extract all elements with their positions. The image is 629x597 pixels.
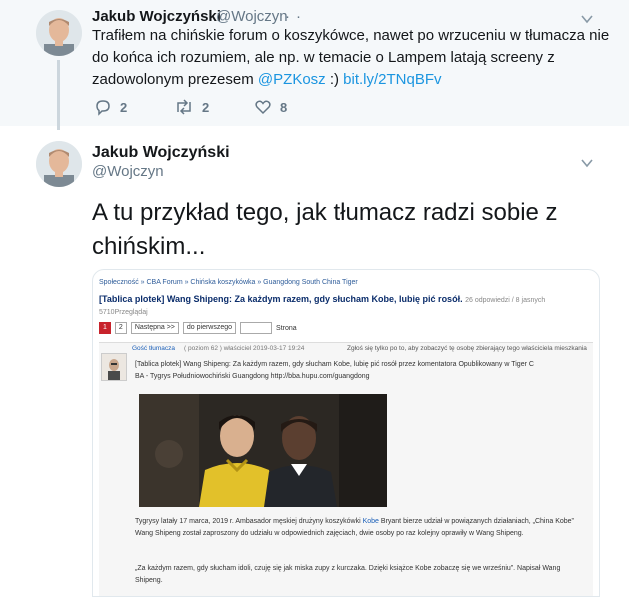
attached-image[interactable]: Społeczność » CBA Forum » Chińska koszyk… <box>92 269 600 597</box>
first-page-button: do pierwszego <box>182 322 237 334</box>
reply-icon <box>96 100 110 116</box>
parent-tweet[interactable]: Jakub Wojczyński @Wojczyn · · Trafiłem n… <box>0 0 629 130</box>
author-name[interactable]: Jakub Wojczyński <box>92 144 230 162</box>
forum-post-paragraph-2: „Za każdym razem, gdy słucham idoli, czu… <box>135 565 561 584</box>
tweet-text-mid: :) <box>325 71 344 88</box>
kobe-link: Kobe <box>362 518 379 525</box>
avatar-portrait-icon <box>36 141 82 187</box>
tweet-actions: 2 2 8 <box>92 96 352 118</box>
url-link[interactable]: bit.ly/2TNqBFv <box>343 71 441 88</box>
author-name[interactable]: Jakub Wojczyński <box>92 8 221 25</box>
like-icon <box>255 100 271 115</box>
page-2-button: 2 <box>114 322 127 334</box>
avatar[interactable] <box>36 10 82 56</box>
forum-pager: 1 2 Następna >> do pierwszego Strona <box>99 322 297 334</box>
thread-connector <box>57 60 60 130</box>
forum-post-line-2: BA - Tygrys Południowochiński Guangdong … <box>135 373 370 380</box>
forum-post-user: Gość tłumacza <box>132 345 175 352</box>
separator-dot: · <box>285 8 290 25</box>
page-1-button: 1 <box>99 322 111 334</box>
forum-breadcrumb: Społeczność » CBA Forum » Chińska koszyk… <box>99 279 358 286</box>
forum-post-p1-before: Tygrysy latały 17 marca, 2019 r. Ambasad… <box>135 518 363 525</box>
reply-count: 2 <box>120 99 128 115</box>
like-button[interactable]: 8 <box>254 96 287 118</box>
retweet-icon <box>177 99 191 115</box>
forum-post-user-meta: ( poziom 62 ) właściciel 2019-03-17 19:2… <box>184 345 305 352</box>
forum-post-actions: Zgłoś się tylko po to, aby zobaczyć tę o… <box>347 345 587 352</box>
forum-avatar-portrait-icon <box>102 354 126 380</box>
page-label: Strona <box>276 324 297 332</box>
next-page-button: Następna >> <box>130 322 179 334</box>
avatar[interactable] <box>36 141 82 187</box>
author-handle[interactable]: @Wojczyn <box>216 8 288 25</box>
forum-thread-title: [Tablica plotek] Wang Shipeng: Za każdym… <box>99 294 589 318</box>
forum-post-line-1: [Tablica plotek] Wang Shipeng: Za każdym… <box>135 361 534 368</box>
tweet-text: Trafiłem na chińskie forum o koszykówce,… <box>92 25 612 91</box>
forum-thread-title-text: [Tablica plotek] Wang Shipeng: Za każdym… <box>99 294 463 304</box>
avatar-portrait-icon <box>36 10 82 56</box>
retweet-button[interactable]: 2 <box>174 96 209 118</box>
like-count: 8 <box>280 99 288 115</box>
forum-post-paragraph-1: Tygrysy latały 17 marca, 2019 r. Ambasad… <box>135 516 587 540</box>
forum-post-avatar <box>101 353 127 381</box>
players-photo-icon <box>139 394 387 507</box>
forum-post: Gość tłumacza ( poziom 62 ) właściciel 2… <box>99 342 593 596</box>
page-input <box>240 322 273 334</box>
chevron-down-icon[interactable] <box>580 12 594 26</box>
tweet-time[interactable]: · <box>296 8 301 25</box>
reply-button[interactable]: 2 <box>94 96 127 118</box>
author-handle[interactable]: @Wojczyn <box>92 163 164 180</box>
chevron-down-icon[interactable] <box>580 156 594 170</box>
tweet-text: A tu przykład tego, jak tłumacz radzi so… <box>92 199 558 260</box>
forum-post-header: Gość tłumacza ( poziom 62 ) właściciel 2… <box>99 343 593 355</box>
retweet-count: 2 <box>202 99 210 115</box>
forum-post-photo <box>139 394 387 507</box>
mention-link[interactable]: @PZKosz <box>258 71 326 88</box>
